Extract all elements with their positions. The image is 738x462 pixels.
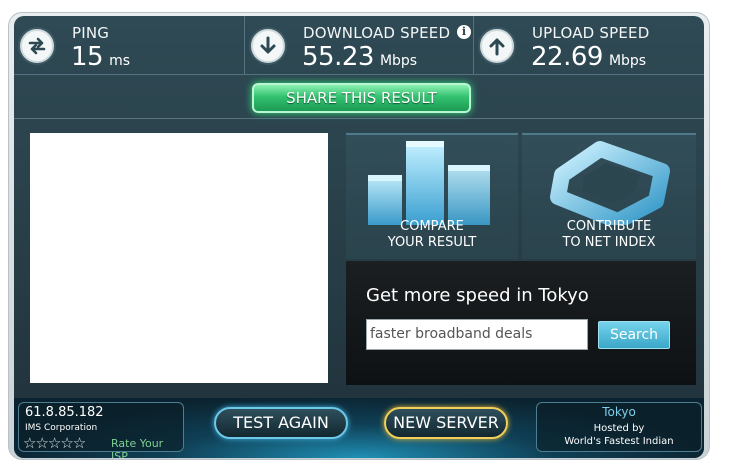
offer-search-input[interactable]: faster broadband deals <box>366 319 588 350</box>
ping-value: 15 <box>71 42 104 72</box>
stats-bar: PING 15 ms DOWNLOAD SPEED i 55.23 Mbps U… <box>14 16 704 74</box>
host-name: World's Fastest Indian <box>564 436 674 447</box>
speed-offer-box: Get more speed in Tokyo faster broadband… <box>346 261 696 385</box>
isp-info: 61.8.85.182 IMS Corporation ☆☆☆☆☆ Rate Y… <box>18 402 184 458</box>
isp-name: IMS Corporation <box>25 423 98 433</box>
share-result-button[interactable]: SHARE THIS RESULT <box>252 83 471 113</box>
download-value: 55.23 <box>302 42 374 72</box>
search-button[interactable]: Search <box>598 321 670 349</box>
compare-line1: COMPARE <box>400 219 464 234</box>
upload-stat: UPLOAD SPEED 22.69 Mbps <box>474 16 704 74</box>
result-image-area <box>30 133 328 383</box>
contribute-label: CONTRIBUTE TO NET INDEX <box>522 219 696 251</box>
upload-arrow-icon <box>480 29 514 63</box>
new-server-button[interactable]: NEW SERVER <box>384 407 508 439</box>
speed-offer-title: Get more speed in Tokyo <box>366 285 589 306</box>
rate-isp-link[interactable]: Rate Your ISP <box>111 437 183 458</box>
host-city: Tokyo <box>602 405 636 419</box>
net-index-icon <box>550 141 670 225</box>
bar-chart-icon <box>368 141 490 225</box>
ping-stat: PING 15 ms <box>14 16 245 74</box>
upload-value: 22.69 <box>531 42 603 72</box>
download-stat: DOWNLOAD SPEED i 55.23 Mbps <box>245 16 474 74</box>
ping-arrows-icon <box>20 29 54 63</box>
hosted-by-label: Hosted by <box>593 423 645 434</box>
upload-value-line: 22.69 Mbps <box>531 42 646 76</box>
contribute-line1: CONTRIBUTE <box>566 219 652 234</box>
info-icon[interactable]: i <box>457 25 471 39</box>
download-arrow-icon <box>251 29 285 63</box>
bottom-bar: 61.8.85.182 IMS Corporation ☆☆☆☆☆ Rate Y… <box>14 398 704 458</box>
speedtest-panel: PING 15 ms DOWNLOAD SPEED i 55.23 Mbps U… <box>14 16 704 458</box>
download-unit: Mbps <box>379 53 418 69</box>
contribute-tile[interactable]: CONTRIBUTE TO NET INDEX <box>522 133 696 259</box>
upload-unit: Mbps <box>608 53 647 69</box>
content-area: COMPARE YOUR RESULT CONTRIBUTE TO NET IN… <box>14 118 704 398</box>
contribute-line2: TO NET INDEX <box>562 235 656 250</box>
ping-value-line: 15 ms <box>71 42 130 76</box>
share-row: SHARE THIS RESULT <box>14 74 704 118</box>
test-again-button[interactable]: TEST AGAIN <box>214 407 348 439</box>
isp-ip-address: 61.8.85.182 <box>25 405 104 420</box>
rating-stars[interactable]: ☆☆☆☆☆ <box>23 434 86 452</box>
download-label: DOWNLOAD SPEED <box>303 24 451 42</box>
upload-label: UPLOAD SPEED <box>532 24 650 42</box>
compare-line2: YOUR RESULT <box>387 235 477 250</box>
compare-result-tile[interactable]: COMPARE YOUR RESULT <box>346 133 518 259</box>
host-info: Tokyo Hosted by World's Fastest Indian <box>536 402 702 452</box>
download-value-line: 55.23 Mbps <box>302 42 417 76</box>
ping-unit: ms <box>109 53 131 69</box>
ping-label: PING <box>72 24 110 42</box>
compare-label: COMPARE YOUR RESULT <box>346 219 518 251</box>
